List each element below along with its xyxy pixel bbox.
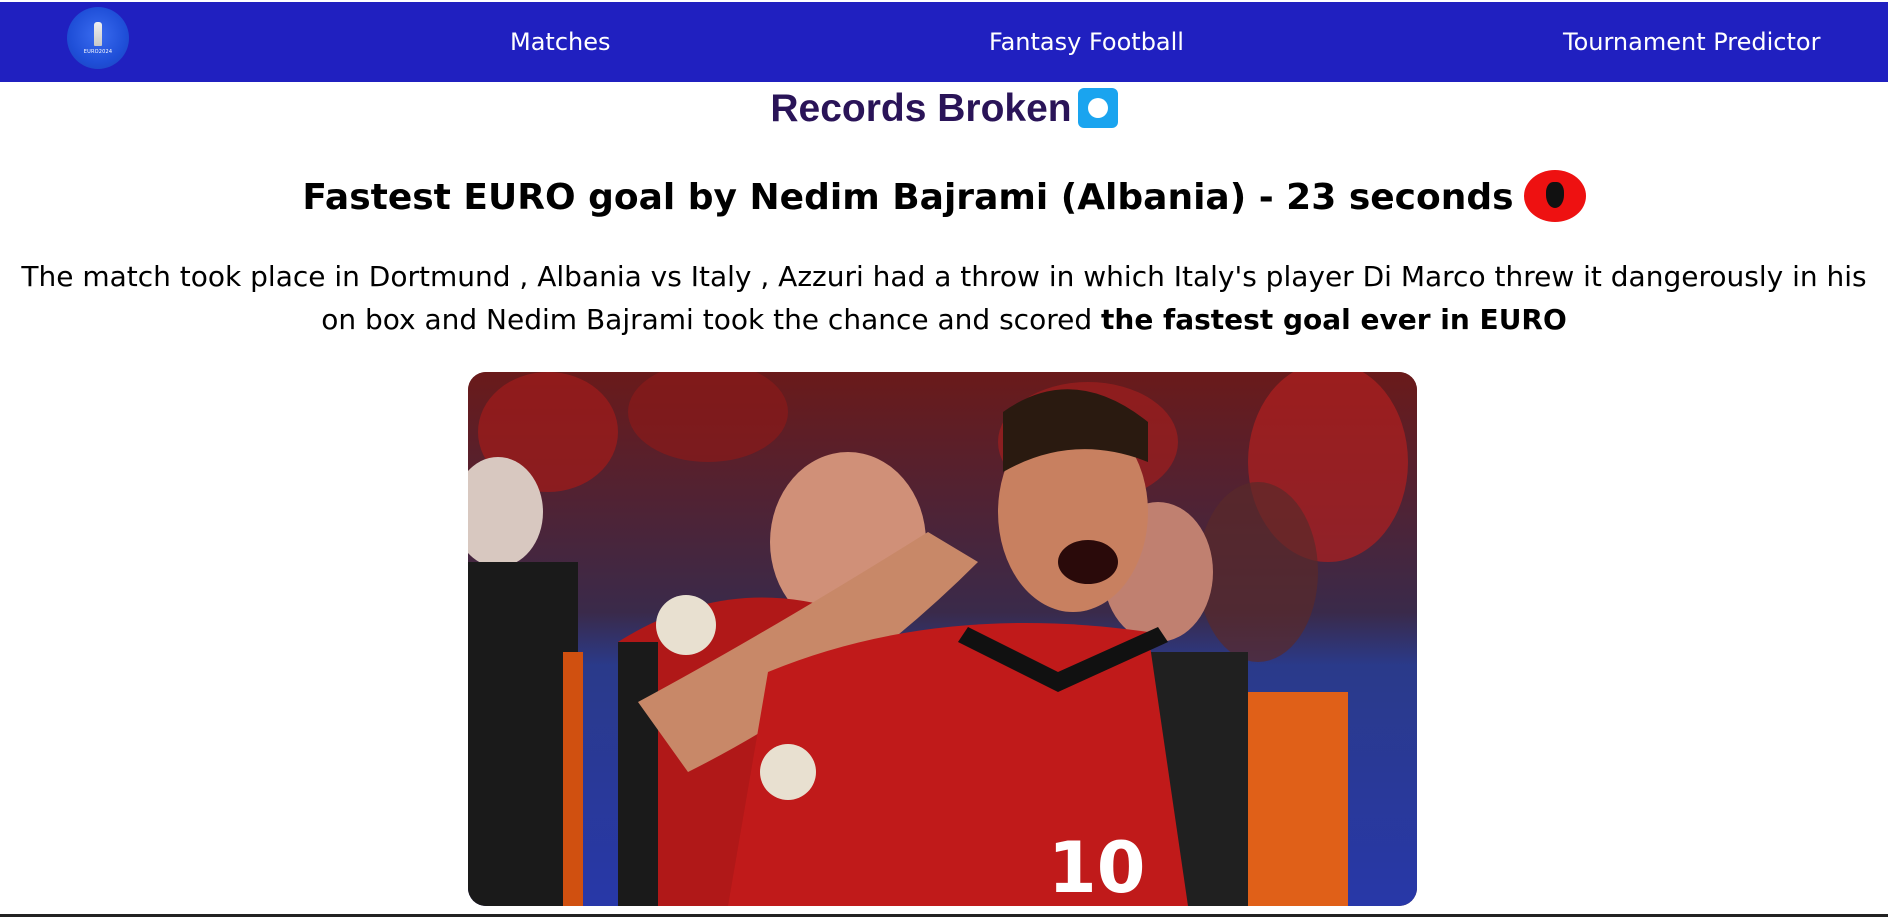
record-description-bold: the fastest goal ever in EURO [1101,303,1567,336]
albania-flag-icon [1523,170,1586,222]
logo-text: EURO2024 [83,48,113,55]
record-description: The match took place in Dortmund , Alban… [0,255,1888,341]
nedim-bajrami-celebration-photo: 10 [468,372,1417,906]
nav-link-matches[interactable]: Matches [510,28,611,56]
svg-text:10: 10 [1048,827,1145,906]
nav-link-fantasy-football[interactable]: Fantasy Football [989,28,1184,56]
nav-link-tournament-predictor[interactable]: Tournament Predictor [1563,28,1820,56]
page-title-text: Records Broken [770,87,1072,130]
o-button-icon [1077,87,1118,128]
euro-2024-logo-icon[interactable]: EURO2024 [67,7,129,69]
page-title: Records Broken [0,84,1888,134]
trophy-icon [94,21,102,46]
record-description-text: The match took place in Dortmund , Alban… [21,260,1867,336]
record-heading-text: Fastest EURO goal by Nedim Bajrami (Alba… [302,177,1514,218]
record-heading: Fastest EURO goal by Nedim Bajrami (Alba… [0,170,1888,226]
top-navbar: EURO2024 Matches Fantasy Football Tourna… [0,2,1888,82]
